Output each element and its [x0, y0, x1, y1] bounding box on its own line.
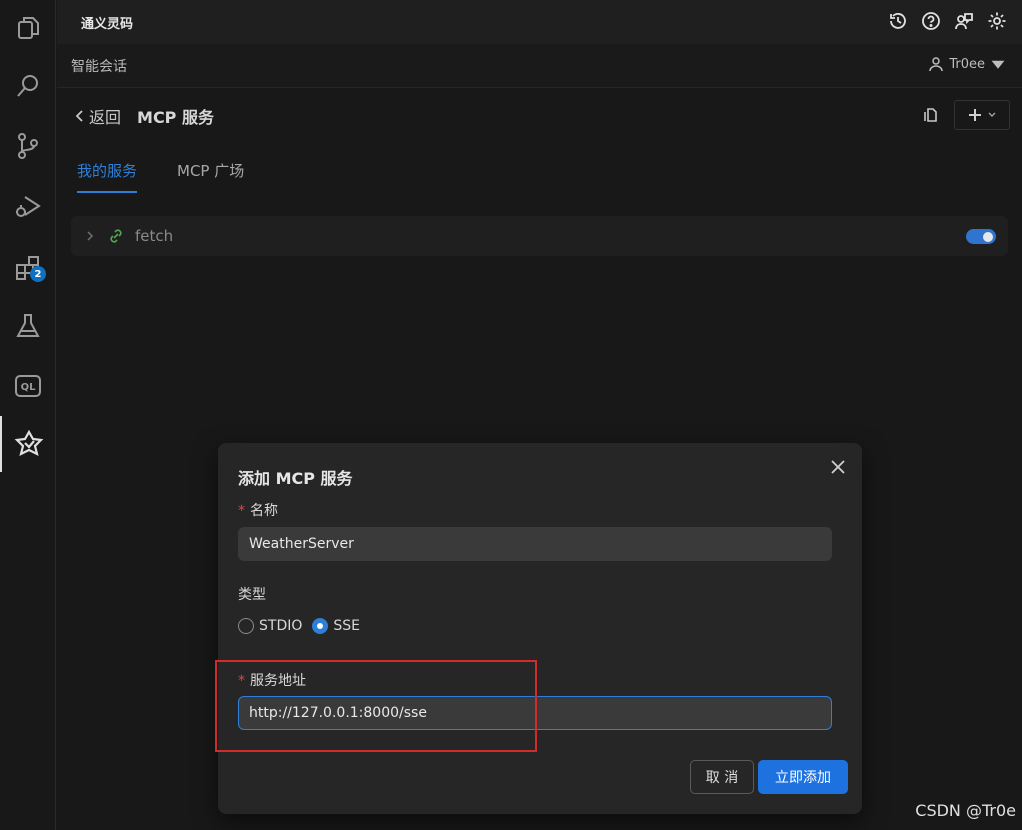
type-option-sse[interactable]: SSE: [312, 618, 360, 634]
app-title: 通义灵码: [81, 16, 134, 32]
name-input[interactable]: [238, 527, 832, 561]
tab-mcp-square[interactable]: MCP 广场: [177, 160, 244, 193]
dialog-title: 添加 MCP 服务: [238, 469, 353, 488]
breadcrumb: 返回 MCP 服务: [73, 104, 214, 128]
cancel-button[interactable]: 取 消: [690, 760, 754, 794]
chat-title: 智能会话: [71, 58, 127, 75]
explorer-icon[interactable]: [0, 0, 56, 56]
user-menu[interactable]: Tr0ee: [928, 56, 1006, 72]
title-bar: 通义灵码: [57, 0, 1022, 44]
tab-my-services[interactable]: 我的服务: [77, 160, 138, 193]
name-label: * 名称: [238, 503, 278, 519]
radio-unchecked[interactable]: [238, 618, 254, 634]
run-debug-icon[interactable]: [0, 178, 56, 234]
settings-gear-icon[interactable]: [986, 10, 1008, 32]
watermark: CSDN @Tr0e: [915, 801, 1016, 820]
user-icon: [929, 57, 944, 72]
server-name: fetch: [135, 227, 174, 245]
codeql-icon[interactable]: QL: [0, 358, 56, 414]
back-label: 返回: [89, 108, 122, 127]
required-mark: *: [238, 503, 245, 519]
server-list-item[interactable]: fetch: [71, 216, 1008, 256]
source-control-icon[interactable]: [0, 118, 56, 174]
add-server-button[interactable]: [954, 100, 1010, 130]
extensions-badge: 2: [30, 266, 46, 282]
close-icon[interactable]: [828, 457, 848, 477]
title-actions: [887, 10, 1008, 32]
chevron-right-icon[interactable]: [83, 229, 97, 243]
add-mcp-dialog: 添加 MCP 服务 *名称 类型 STDIO SSE *服务地址 取 消 立即添…: [218, 443, 862, 814]
chevron-left-icon: [75, 110, 83, 122]
server-enabled-toggle[interactable]: [966, 229, 996, 244]
history-icon[interactable]: [887, 10, 909, 32]
testing-flask-icon[interactable]: [0, 298, 56, 354]
back-button[interactable]: 返回: [73, 104, 121, 128]
type-label: 类型: [238, 587, 266, 603]
link-icon: [110, 229, 122, 243]
radio-checked[interactable]: [312, 618, 329, 634]
page-title: MCP 服务: [137, 108, 214, 127]
tab-bar: 我的服务 MCP 广场: [77, 160, 244, 193]
panel-actions: [916, 100, 1010, 130]
svg-text:QL: QL: [21, 382, 37, 393]
feedback-icon[interactable]: [953, 10, 975, 32]
lingma-icon[interactable]: [0, 416, 56, 472]
activity-bar: 2 QL: [0, 0, 56, 830]
chat-header: 智能会话 Tr0ee: [57, 44, 1022, 88]
type-option-stdio[interactable]: STDIO: [238, 618, 302, 634]
import-icon[interactable]: [916, 100, 946, 130]
type-radio-group: STDIO SSE: [238, 618, 370, 634]
annotation-highlight-box: [215, 660, 537, 752]
plus-icon: [969, 109, 981, 121]
extensions-icon[interactable]: 2: [0, 240, 56, 296]
chevron-down-icon: [988, 112, 996, 117]
help-icon[interactable]: [920, 10, 942, 32]
caret-down-icon: [991, 60, 1005, 69]
user-name: Tr0ee: [949, 56, 985, 72]
search-icon[interactable]: [0, 58, 56, 114]
submit-add-button[interactable]: 立即添加: [758, 760, 848, 794]
